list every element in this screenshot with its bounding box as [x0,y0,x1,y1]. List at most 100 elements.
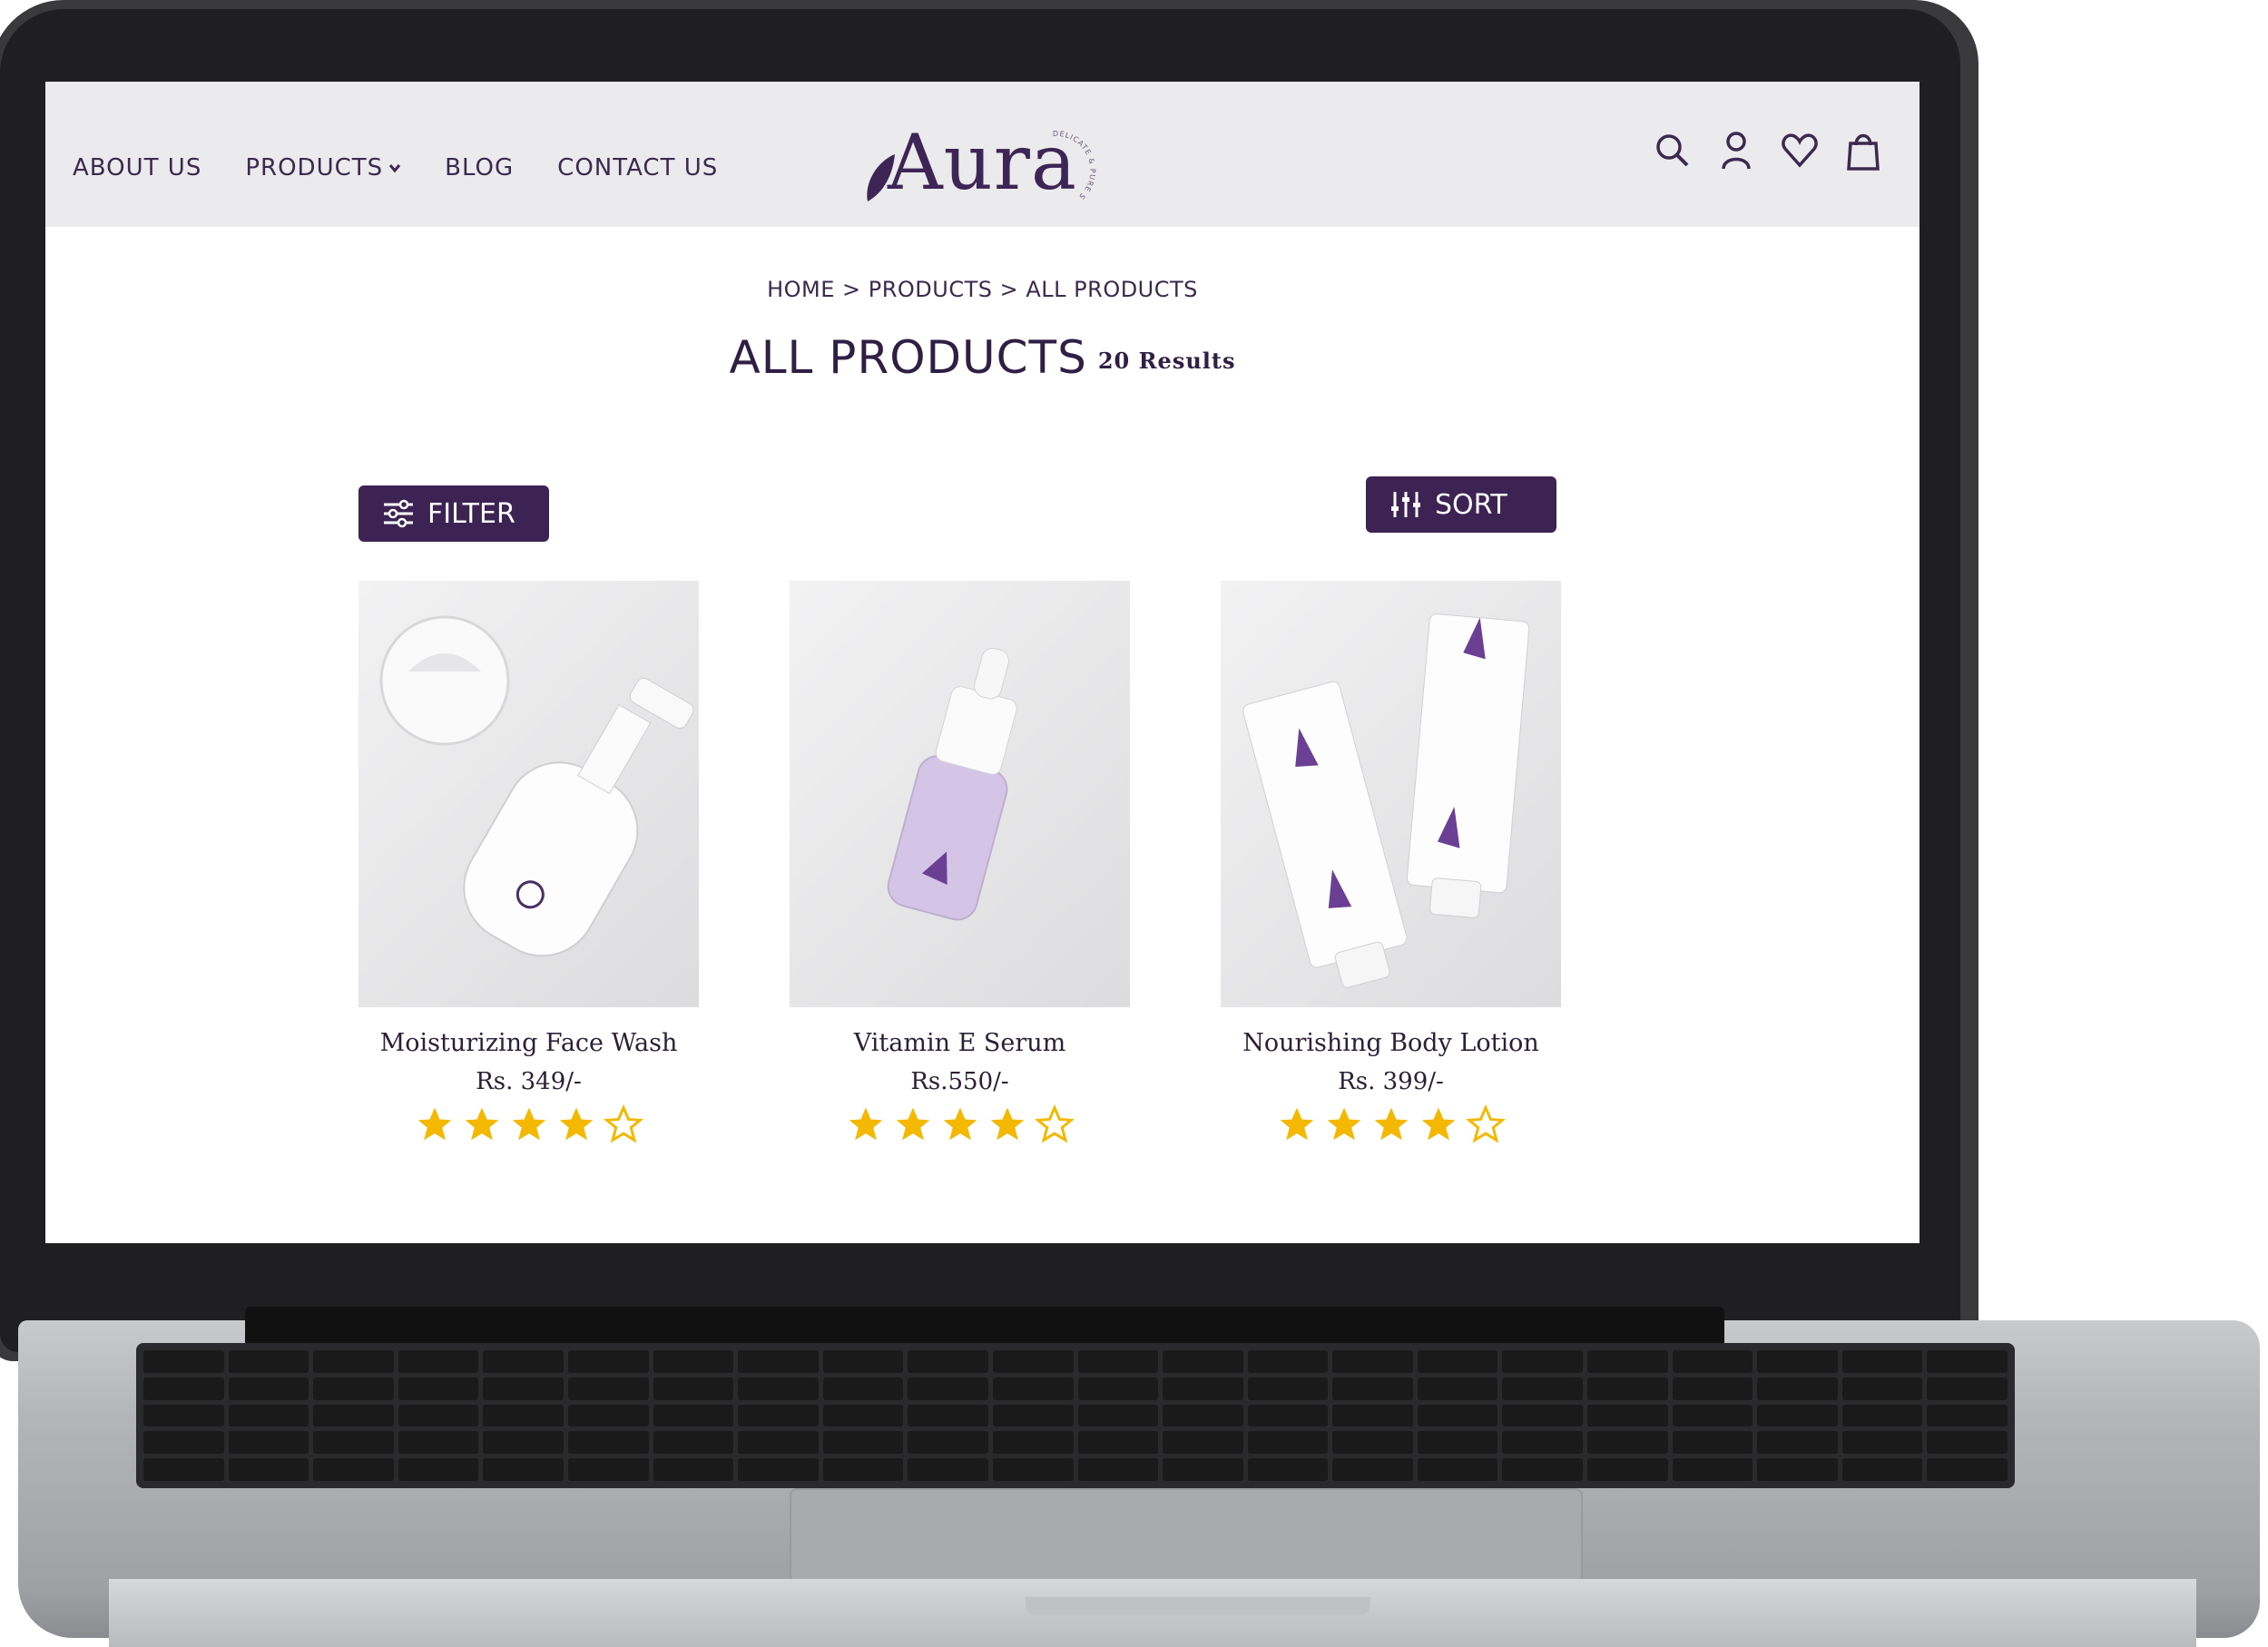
product-price: Rs. 349/- [476,1068,582,1095]
star-empty-icon [1034,1104,1075,1143]
keyboard-key [992,1431,1074,1455]
product-name[interactable]: Nourishing Body Lotion [1221,1029,1561,1057]
keyboard-key [1672,1350,1753,1373]
search-icon[interactable] [1653,129,1693,172]
product-price: Rs.550/- [910,1068,1009,1095]
keyboard-key [1417,1404,1498,1427]
star-filled-icon [990,1107,1024,1141]
keyboard-key [1077,1458,1159,1481]
keyboard-key [822,1377,904,1400]
keyboard-key [398,1404,479,1427]
keyboard-key [228,1350,309,1373]
laptop-keyboard [136,1343,2015,1488]
keyboard-key [1672,1377,1753,1400]
keyboard-key [1672,1404,1753,1427]
keyboard-key [483,1458,564,1481]
breadcrumb[interactable]: HOME > PRODUCTS > ALL PRODUCTS [45,277,1919,302]
keyboard-key [1163,1404,1243,1427]
keyboard-key [567,1404,649,1427]
keyboard-key [1841,1431,1923,1455]
keyboard-key [738,1431,819,1455]
keyboard-key [653,1404,734,1427]
keyboard-key [483,1377,564,1400]
keyboard-key [653,1458,734,1481]
keyboard-key [483,1431,564,1455]
keyboard-key [143,1350,224,1373]
product-image-body-lotion[interactable] [1221,581,1561,1007]
product-card[interactable]: Moisturizing Face Wash Rs. 349/- [358,581,699,1144]
keyboard-key [1417,1458,1498,1481]
laptop-notch [1026,1597,1370,1615]
nav-products[interactable]: PRODUCTS [245,154,401,181]
keyboard-key [228,1458,309,1481]
keyboard-key [1247,1350,1329,1373]
cart-icon[interactable] [1843,129,1883,172]
keyboard-key [313,1404,394,1427]
keyboard-key [1247,1431,1329,1455]
keyboard-key [1927,1350,2008,1373]
filter-button[interactable]: FILTER [358,485,549,542]
keyboard-key [1163,1431,1243,1455]
star-empty-icon [603,1104,643,1143]
keyboard-key [1672,1458,1753,1481]
keyboard-key [1587,1431,1668,1455]
wishlist-icon[interactable] [1780,129,1820,172]
nav-blog[interactable]: BLOG [445,154,514,181]
chevron-down-icon [389,164,401,173]
product-card[interactable]: Vitamin E Serum Rs.550/- [790,581,1130,1144]
keyboard-key [1077,1431,1159,1455]
svg-text:DELICATE & PURE SKIN CARE: DELICATE & PURE SKIN CARE [1044,118,1096,200]
product-card[interactable]: Nourishing Body Lotion Rs. 399/- [1221,581,1561,1144]
sliders-icon [384,499,413,528]
keyboard-key [738,1458,819,1481]
keyboard-key [653,1431,734,1455]
keyboard-key [313,1431,394,1455]
keyboard-key [1163,1350,1243,1373]
keyboard-key [1332,1431,1413,1455]
nav-about-us[interactable]: ABOUT US [73,154,201,181]
keyboard-key [1587,1404,1668,1427]
keyboard-key [1757,1458,1838,1481]
brand-logo[interactable]: Aura DELICATE & PURE SKIN CARE [862,118,1098,209]
star-filled-icon [1280,1107,1313,1141]
sort-button[interactable]: SORT [1366,476,1556,533]
keyboard-key [1502,1350,1584,1373]
star-filled-icon [512,1107,545,1141]
product-name[interactable]: Moisturizing Face Wash [358,1029,699,1057]
keyboard-key [908,1458,988,1481]
keyboard-key [1417,1350,1498,1373]
laptop-trackpad [790,1488,1583,1583]
keyboard-key [992,1377,1074,1400]
keyboard-key [143,1458,224,1481]
keyboard-key [992,1404,1074,1427]
keyboard-key [567,1377,649,1400]
keyboard-key [1502,1404,1584,1427]
nav-blog-label: BLOG [445,154,515,181]
product-image-serum[interactable] [790,581,1130,1007]
star-filled-icon [1421,1107,1455,1141]
keyboard-key [1502,1377,1584,1400]
keyboard-key [1163,1458,1243,1481]
result-count: 20 Results [1097,348,1236,374]
sort-label: SORT [1435,488,1507,521]
keyboard-key [1417,1431,1498,1455]
product-name[interactable]: Vitamin E Serum [790,1029,1130,1057]
nav-about-us-label: ABOUT US [73,154,202,181]
product-grid: Moisturizing Face Wash Rs. 349/- Vitamin… [358,581,1561,1144]
keyboard-key [1163,1377,1243,1400]
keyboard-key [1332,1377,1413,1400]
product-image-face-wash[interactable] [358,581,699,1007]
keyboard-key [143,1404,224,1427]
keyboard-key [1587,1350,1668,1373]
keyboard-key [1757,1404,1838,1427]
keyboard-key [1841,1458,1923,1481]
nav-contact-us[interactable]: CONTACT US [557,154,718,181]
keyboard-key [738,1350,819,1373]
keyboard-key [822,1350,904,1373]
account-icon[interactable] [1716,129,1756,172]
keyboard-key [1757,1377,1838,1400]
star-empty-icon [1465,1104,1506,1143]
keyboard-key [1502,1458,1584,1481]
keyboard-key [1587,1377,1668,1400]
keyboard-key [1332,1350,1413,1373]
